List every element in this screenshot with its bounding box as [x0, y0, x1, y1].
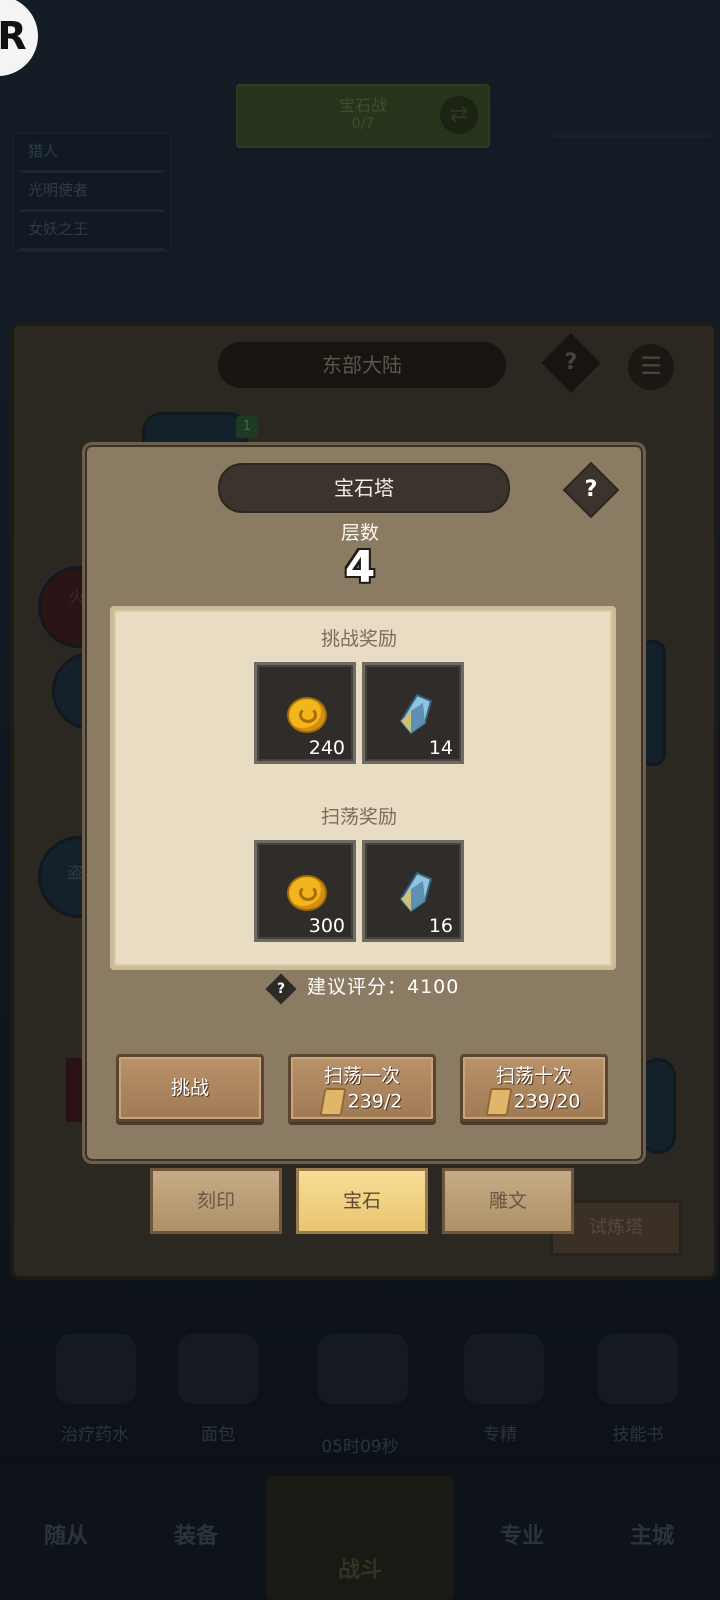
reward-count: 300 — [308, 915, 345, 937]
sweep-ten-button[interactable]: 扫荡十次 239/20 — [460, 1054, 608, 1122]
tab-engrave[interactable]: 刻印 — [150, 1168, 282, 1234]
tab-gem[interactable]: 宝石 — [296, 1168, 428, 1234]
reward-count: 240 — [308, 737, 345, 759]
tab-glyph[interactable]: 雕文 — [442, 1168, 574, 1234]
reward-slot[interactable]: 16 — [362, 840, 464, 942]
sweep-ten-label: 扫荡十次 — [495, 1065, 572, 1087]
sweep-once-cost: 239/2 — [347, 1090, 403, 1113]
potion-icon — [56, 1334, 136, 1404]
sweep-once-button[interactable]: 扫荡一次 239/2 — [288, 1054, 436, 1122]
bottom-item-label: 面包 — [201, 1425, 235, 1445]
nav-profession: 专业 — [499, 1524, 544, 1549]
top-progress-bar — [552, 132, 712, 138]
crystal-icon — [399, 871, 433, 913]
team-list: 猎人 光明使者 女妖之王 — [12, 132, 172, 252]
nav-followers: 随从 — [43, 1524, 88, 1549]
mastery-icon — [464, 1334, 544, 1404]
menu-icon: ☰ — [628, 344, 674, 390]
swap-icon: ⇄ — [440, 96, 478, 134]
reward-slot[interactable]: 300 — [254, 840, 356, 942]
sweep-reward-title: 扫荡奖励 — [320, 806, 397, 828]
world-title: 东部大陆 — [218, 342, 506, 388]
scroll-icon — [485, 1088, 513, 1116]
reward-count: 14 — [428, 737, 453, 759]
dialog-title: 宝石塔 — [218, 463, 510, 513]
team-member: 猎人 — [20, 136, 164, 173]
bottom-item-label: 技能书 — [612, 1425, 664, 1445]
challenge-reward-title: 挑战奖励 — [320, 628, 397, 650]
challenge-button[interactable]: 挑战 — [116, 1054, 264, 1122]
nav-city: 主城 — [629, 1524, 674, 1549]
recommended-score: 建议评分：4100 — [307, 976, 460, 998]
scroll-icon — [319, 1088, 347, 1116]
coin-icon — [287, 875, 327, 911]
team-member: 光明使者 — [20, 175, 164, 212]
coin-icon — [287, 697, 327, 733]
skillbook-icon — [598, 1334, 678, 1404]
bread-icon — [178, 1334, 258, 1404]
nav-equipment: 装备 — [173, 1524, 218, 1549]
timer-icon — [318, 1334, 408, 1404]
red-marker — [66, 1058, 82, 1122]
reward-slot[interactable]: 240 — [254, 662, 356, 764]
floor-value: 4 — [344, 542, 376, 593]
reward-slot[interactable]: 14 — [362, 662, 464, 764]
question-icon: ? — [584, 477, 598, 502]
reward-count: 16 — [428, 915, 453, 937]
sweep-once-label: 扫荡一次 — [323, 1065, 400, 1087]
node-badge: 1 — [236, 416, 258, 438]
challenge-button-label: 挑战 — [170, 1077, 209, 1099]
bottom-item-label: 专精 — [483, 1425, 517, 1445]
team-member: 女妖之王 — [20, 214, 164, 251]
bottom-item-label: 治疗药水 — [61, 1425, 129, 1445]
nav-battle: 战斗 — [337, 1558, 382, 1583]
world-help-icon: ? — [541, 333, 601, 393]
top-banner: 宝石战 0/7 ⇄ — [236, 84, 490, 148]
bottom-item-label: 05时09秒 — [321, 1437, 399, 1457]
recommend-help-icon[interactable]: ? — [265, 973, 297, 1005]
floor-label: 层数 — [340, 522, 379, 544]
crystal-icon — [399, 693, 433, 735]
sweep-ten-cost: 239/20 — [513, 1090, 581, 1113]
